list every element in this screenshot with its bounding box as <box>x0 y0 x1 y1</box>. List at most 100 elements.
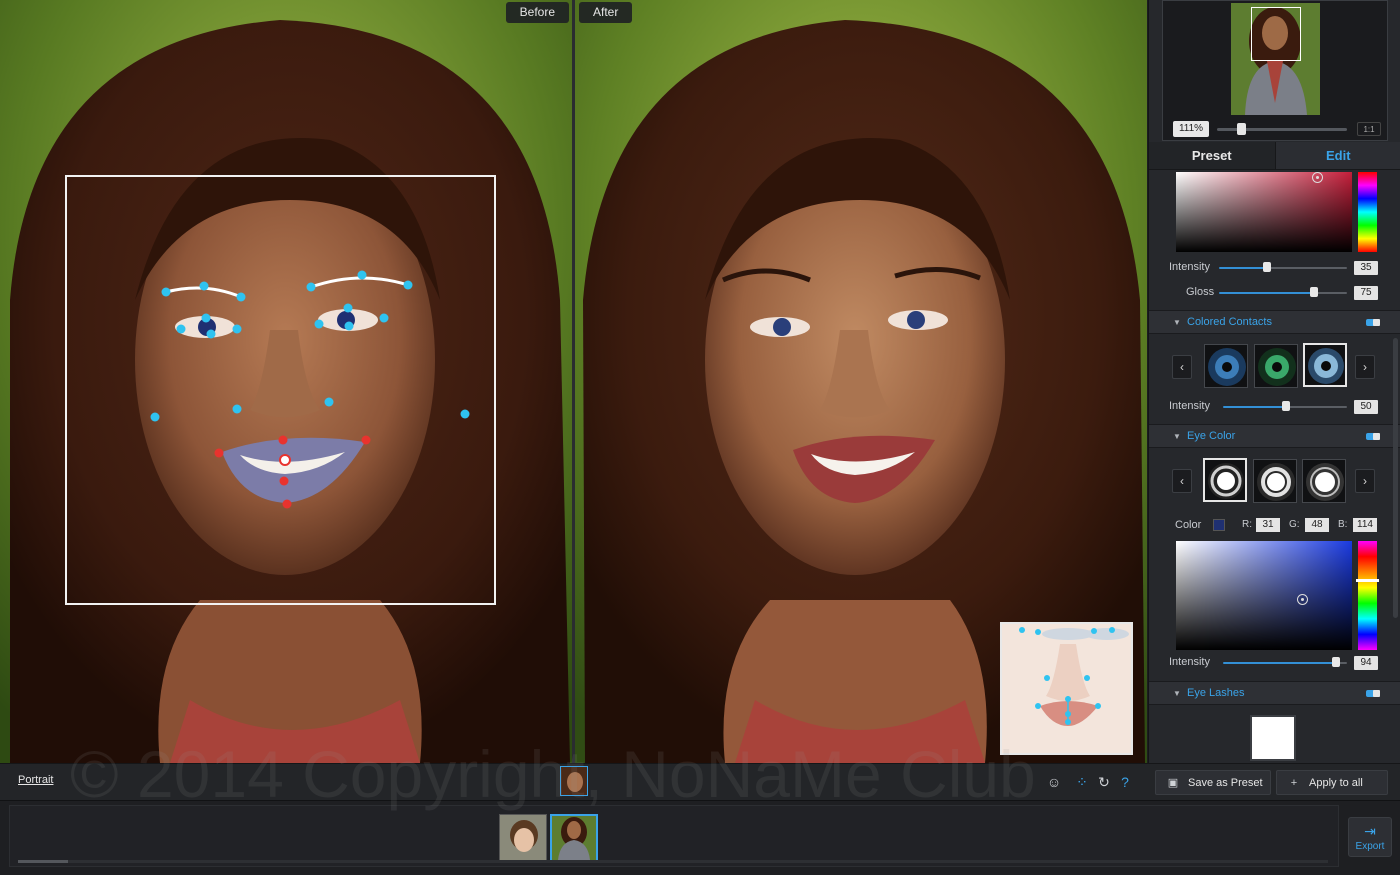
lip-color-cursor[interactable] <box>1312 172 1323 183</box>
boy-portrait-thumb <box>500 815 546 861</box>
contacts-prev-button[interactable]: ‹ <box>1172 355 1192 379</box>
face-thumb-image <box>561 767 587 795</box>
filmstrip-area[interactable] <box>9 805 1339 867</box>
export-label: Export <box>1355 841 1385 852</box>
eye-hue-marker[interactable] <box>1356 579 1379 582</box>
panel-tabs: Preset Edit <box>1149 142 1400 170</box>
eye-color-r-value[interactable]: 31 <box>1256 518 1280 532</box>
contacts-next-button[interactable]: › <box>1355 355 1375 379</box>
navigator-thumbnail[interactable] <box>1231 3 1320 115</box>
after-view[interactable]: After <box>575 0 1147 763</box>
contacts-intensity-knob[interactable] <box>1282 401 1290 411</box>
eye-color-intensity-label: Intensity <box>1169 656 1210 668</box>
eye-color-r-label: R: <box>1242 519 1252 530</box>
contacts-intensity-slider-rest <box>1285 406 1347 408</box>
eye-color-title: Eye Color <box>1187 430 1236 442</box>
panel-scrollbar[interactable] <box>1393 338 1398 618</box>
lip-intensity-knob[interactable] <box>1263 262 1271 272</box>
zoom-level-field[interactable]: 111% <box>1173 121 1209 137</box>
iris-ring-dark-icon <box>1208 463 1244 499</box>
green-iris-icon <box>1258 348 1296 386</box>
eye-lashes-toggle[interactable] <box>1366 690 1380 697</box>
eye-color-g-value[interactable]: 48 <box>1305 518 1329 532</box>
adjustments-panel: 111% 1:1 Preset Edit Intensity 35 Gloss … <box>1148 0 1400 763</box>
apply-to-all-label: Apply to all <box>1309 777 1363 789</box>
collapse-arrow-icon[interactable]: ▼ <box>1173 432 1181 441</box>
lip-hue-bar[interactable] <box>1358 172 1377 252</box>
current-face-thumb[interactable] <box>560 766 588 796</box>
eye-color-g-label: G: <box>1289 519 1300 530</box>
lip-color-picker[interactable] <box>1176 172 1352 252</box>
lip-intensity-value[interactable]: 35 <box>1354 261 1378 275</box>
guide-face-image <box>1002 624 1131 753</box>
lip-gloss-slider-rest <box>1314 292 1347 294</box>
eye-color-chip[interactable] <box>1213 519 1225 531</box>
lip-gloss-value[interactable]: 75 <box>1354 286 1378 300</box>
eye-color-intensity-value[interactable]: 94 <box>1354 656 1378 670</box>
eye-color-next-button[interactable]: › <box>1355 469 1375 493</box>
contacts-intensity-value[interactable]: 50 <box>1354 400 1378 414</box>
collapse-arrow-icon[interactable]: ▼ <box>1173 689 1181 698</box>
eye-color-picker[interactable] <box>1176 541 1352 650</box>
eye-lashes-header[interactable]: ▼ Eye Lashes <box>1149 681 1400 705</box>
eye-hue-bar[interactable] <box>1356 541 1379 650</box>
tab-preset[interactable]: Preset <box>1149 142 1275 169</box>
eye-color-b-value[interactable]: 114 <box>1353 518 1377 532</box>
filmstrip-scrollbar[interactable] <box>18 860 1328 863</box>
reset-icon[interactable]: ↻ <box>1095 773 1113 791</box>
contacts-intensity-label: Intensity <box>1169 400 1210 412</box>
apply-to-all-button[interactable]: + Apply to all <box>1276 770 1388 795</box>
filmstrip: ⇥ Export <box>0 800 1400 875</box>
portrait-link[interactable]: Portrait <box>18 774 53 786</box>
colored-contacts-toggle[interactable] <box>1366 319 1380 326</box>
contacts-swatch-2[interactable] <box>1254 344 1298 388</box>
eye-color-swatch-3[interactable] <box>1302 459 1346 503</box>
app-window: Before After 111% 1:1 Preset Edit Intens… <box>0 0 1400 875</box>
colored-contacts-header[interactable]: ▼ Colored Contacts <box>1149 310 1400 334</box>
eye-color-swatch-2[interactable] <box>1253 459 1297 503</box>
save-disk-icon: ▣ <box>1167 777 1179 789</box>
collapse-arrow-icon[interactable]: ▼ <box>1173 318 1181 327</box>
lip-gloss-label: Gloss <box>1186 286 1215 298</box>
zoom-slider-knob[interactable] <box>1237 123 1246 135</box>
face-detection-box[interactable] <box>65 175 496 605</box>
colored-contacts-title: Colored Contacts <box>1187 316 1272 328</box>
after-label: After <box>579 2 633 23</box>
landmarks-icon[interactable]: ⁘ <box>1073 773 1091 791</box>
filmstrip-thumb-2[interactable] <box>550 814 598 862</box>
eye-color-toggle[interactable] <box>1366 433 1380 440</box>
plus-icon: + <box>1290 777 1298 789</box>
contacts-intensity-slider[interactable] <box>1223 406 1285 408</box>
navigator-view-rect[interactable] <box>1251 7 1301 61</box>
before-view[interactable]: Before <box>0 0 572 763</box>
eye-color-header[interactable]: ▼ Eye Color <box>1149 424 1400 448</box>
lip-intensity-slider[interactable] <box>1219 267 1267 269</box>
eye-color-swatch-1[interactable] <box>1203 458 1247 502</box>
eye-lashes-title: Eye Lashes <box>1187 687 1245 699</box>
lip-gloss-slider[interactable] <box>1219 292 1314 294</box>
navigator[interactable]: 111% 1:1 <box>1162 0 1388 141</box>
help-icon[interactable]: ? <box>1116 773 1134 791</box>
iris-ring-light-icon <box>1306 463 1344 501</box>
export-icon: ⇥ <box>1364 823 1376 839</box>
tab-edit[interactable]: Edit <box>1274 142 1400 169</box>
contacts-swatch-3[interactable] <box>1303 343 1347 387</box>
eye-color-b-label: B: <box>1338 519 1348 530</box>
face-detect-icon[interactable]: ☺ <box>1045 773 1063 791</box>
lip-gloss-knob[interactable] <box>1310 287 1318 297</box>
eye-color-intensity-slider[interactable] <box>1223 662 1335 664</box>
blue-iris-icon <box>1208 348 1246 386</box>
iris-ring-medium-icon <box>1257 463 1295 501</box>
bottom-toolbar: Portrait ☺ ⁘ ↻ ? ▣ Save as Preset + Apply … <box>0 763 1400 800</box>
filmstrip-thumb-1[interactable] <box>499 814 547 862</box>
lip-intensity-label: Intensity <box>1169 261 1210 273</box>
contacts-swatch-1[interactable] <box>1204 344 1248 388</box>
export-button[interactable]: ⇥ Export <box>1348 817 1392 857</box>
landmark-guide-overlay <box>1000 622 1133 755</box>
save-as-preset-button[interactable]: ▣ Save as Preset <box>1155 770 1271 795</box>
eye-color-cursor[interactable] <box>1297 594 1308 605</box>
zoom-one-to-one-button[interactable]: 1:1 <box>1357 122 1381 136</box>
eye-lashes-swatch[interactable] <box>1250 715 1296 761</box>
eye-color-intensity-knob[interactable] <box>1332 657 1340 667</box>
eye-color-prev-button[interactable]: ‹ <box>1172 469 1192 493</box>
